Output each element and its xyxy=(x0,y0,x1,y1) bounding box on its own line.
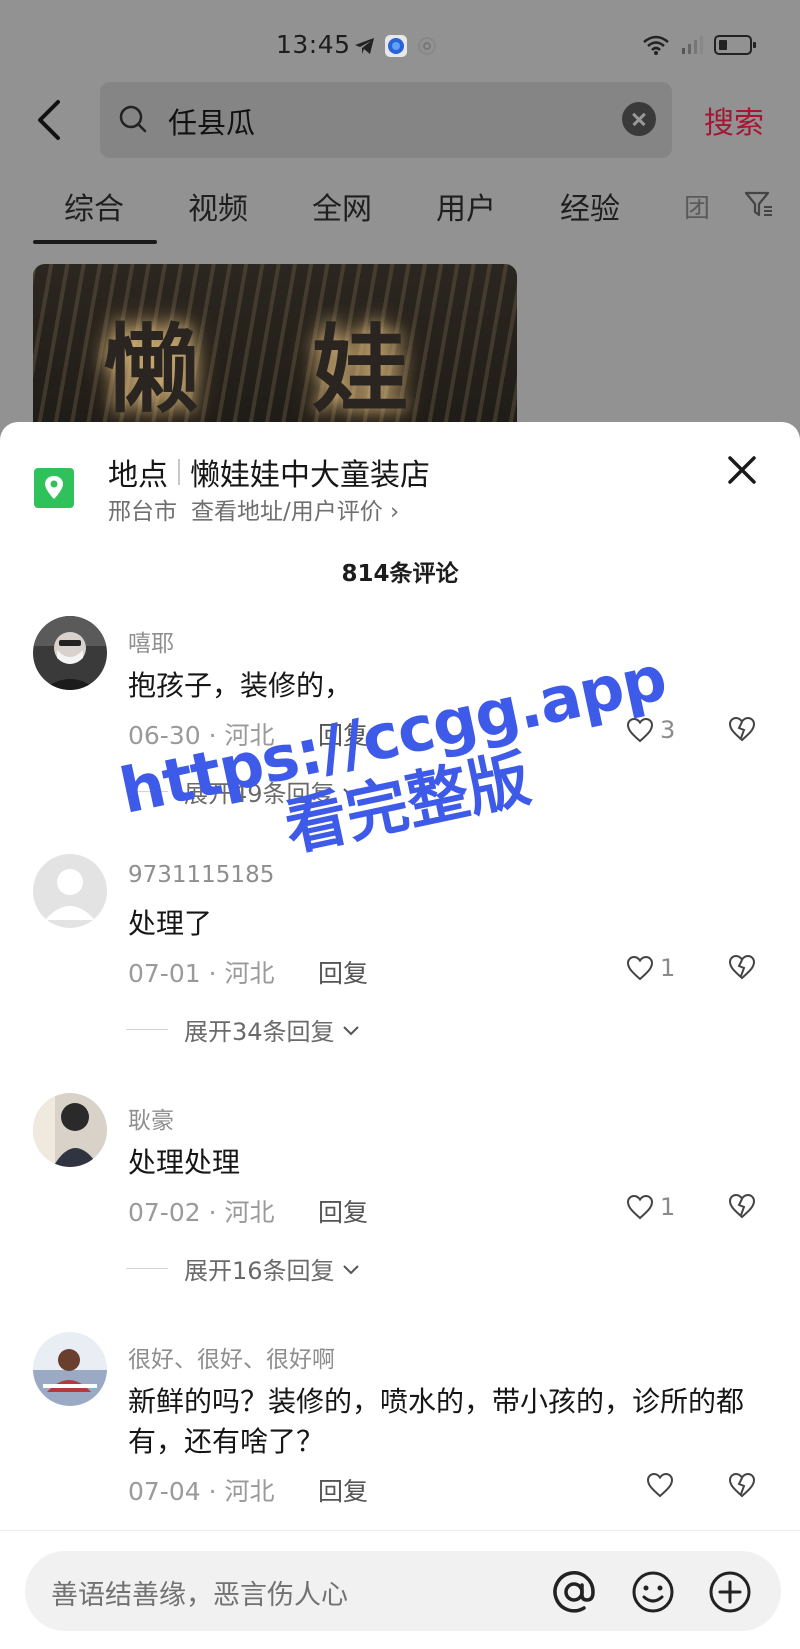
telegram-icon xyxy=(355,38,374,54)
comment-username[interactable]: 嘻耶 xyxy=(128,624,174,658)
comment-username[interactable]: 耿豪 xyxy=(128,1101,174,1135)
avatar[interactable] xyxy=(33,854,107,928)
expand-replies-label: 展开34条回复 xyxy=(184,1018,335,1046)
location-city: 邢台市 xyxy=(108,499,177,525)
tab-users[interactable]: 用户 xyxy=(436,184,496,228)
background-page: 13:45 任县瓜 搜索 综合 视频 全网 用户 经验 团 懒 娃 xyxy=(0,0,800,434)
comment-count: 814条评论 xyxy=(341,561,459,587)
location-name: 懒娃娃中大童装店 xyxy=(190,458,430,493)
comment-item: 嘻耶 抱孩子，装修的， 06-30 · 河北 回复 3 展开49条回复 xyxy=(0,616,800,816)
reply-button[interactable]: 回复 xyxy=(318,1193,368,1229)
reply-button[interactable]: 回复 xyxy=(318,1472,368,1508)
broken-heart-icon[interactable] xyxy=(728,954,756,980)
location-title[interactable]: 地点 懒娃娃中大童装店 xyxy=(108,450,430,494)
thumbnail-sign-text: 懒 娃 xyxy=(103,313,449,426)
location-prefix: 地点 xyxy=(108,458,168,493)
comment-date-location: 07-04 · 河北 xyxy=(128,1477,275,1506)
search-row: 任县瓜 搜索 xyxy=(0,82,800,158)
expand-replies-label: 展开49条回复 xyxy=(184,780,335,808)
browser-app-icon xyxy=(385,35,407,57)
search-icon xyxy=(119,105,147,133)
chevron-down-icon xyxy=(342,1264,359,1274)
comment-item: 很好、很好、很好啊 新鲜的吗？装修的，喷水的，带小孩的，诊所的都有，还有啥了？ … xyxy=(0,1332,800,1522)
like-count: 3 xyxy=(660,716,676,744)
comment-username[interactable]: 很好、很好、很好啊 xyxy=(128,1340,335,1374)
location-pin-icon xyxy=(34,468,74,508)
comment-username[interactable]: 9731115185 xyxy=(128,862,274,888)
comment-text: 处理处理 xyxy=(128,1146,241,1179)
comment-item: 9731115185 处理了 07-01 · 河北 回复 1 展开34条回复 xyxy=(0,854,800,1054)
like-button[interactable] xyxy=(646,1472,680,1498)
like-button[interactable]: 1 xyxy=(626,1193,675,1221)
reply-button[interactable]: 回复 xyxy=(318,954,368,990)
heart-icon xyxy=(626,1194,654,1220)
tab-group[interactable]: 团 xyxy=(684,188,710,225)
hotspot-icon xyxy=(418,37,436,55)
like-button[interactable]: 1 xyxy=(626,954,675,982)
like-count: 1 xyxy=(660,1193,676,1221)
expand-replies-label: 展开16条回复 xyxy=(184,1257,335,1285)
like-button[interactable]: 3 xyxy=(626,716,675,744)
status-time: 13:45 xyxy=(276,30,351,59)
back-arrow-icon[interactable] xyxy=(30,98,70,142)
result-thumbnail[interactable]: 懒 娃 xyxy=(33,264,517,434)
search-tabs: 综合 视频 全网 用户 经验 团 xyxy=(0,184,800,246)
comment-text: 抱孩子，装修的， xyxy=(128,669,353,702)
heart-icon xyxy=(626,955,654,981)
broken-heart-icon[interactable] xyxy=(728,1193,756,1219)
heart-icon xyxy=(646,1472,674,1498)
tab-experience[interactable]: 经验 xyxy=(560,184,620,228)
expand-replies-button[interactable]: 展开34条回复 xyxy=(126,1012,361,1047)
chevron-down-icon xyxy=(342,1025,359,1035)
heart-icon xyxy=(626,717,654,743)
comment-item: 耿豪 处理处理 07-02 · 河北 回复 1 展开16条回复 xyxy=(0,1093,800,1293)
tab-comprehensive[interactable]: 综合 xyxy=(64,184,124,228)
battery-icon xyxy=(714,35,756,55)
comment-input-bar: 善语结善缘，恶言伤人心 xyxy=(0,1530,800,1649)
search-input[interactable]: 任县瓜 xyxy=(100,82,672,158)
active-tab-indicator xyxy=(33,240,157,244)
broken-heart-icon[interactable] xyxy=(728,716,756,742)
comment-input-placeholder: 善语结善缘，恶言伤人心 xyxy=(51,1580,348,1611)
search-query: 任县瓜 xyxy=(168,106,256,140)
broken-heart-icon[interactable] xyxy=(728,1472,756,1498)
comment-date-location: 06-30 · 河北 xyxy=(128,721,275,750)
wifi-icon xyxy=(643,35,669,55)
location-subtitle[interactable]: 邢台市 查看地址/用户评价 › xyxy=(108,492,399,526)
search-button[interactable]: 搜索 xyxy=(704,98,764,142)
tab-web[interactable]: 全网 xyxy=(312,184,372,228)
status-bar: 13:45 xyxy=(0,28,800,64)
signal-icon xyxy=(682,36,703,54)
avatar[interactable] xyxy=(33,616,107,690)
clear-icon[interactable] xyxy=(622,102,656,136)
comment-text: 新鲜的吗？装修的，喷水的，带小孩的，诊所的都有，还有啥了？ xyxy=(128,1385,745,1458)
expand-replies-button[interactable]: 展开16条回复 xyxy=(126,1251,361,1286)
filter-icon[interactable] xyxy=(744,190,774,218)
close-icon[interactable] xyxy=(724,452,760,488)
location-separator xyxy=(178,459,180,485)
reply-button[interactable]: 回复 xyxy=(318,716,368,752)
avatar[interactable] xyxy=(33,1332,107,1406)
location-link[interactable]: 查看地址/用户评价 › xyxy=(191,492,399,526)
add-icon[interactable] xyxy=(707,1569,753,1615)
chevron-down-icon xyxy=(342,787,359,797)
avatar[interactable] xyxy=(33,1093,107,1167)
expand-replies-button[interactable]: 展开49条回复 xyxy=(126,774,361,809)
comment-date-location: 07-01 · 河北 xyxy=(128,959,275,988)
mention-icon[interactable] xyxy=(551,1569,597,1615)
comment-input[interactable]: 善语结善缘，恶言伤人心 xyxy=(25,1551,781,1631)
tab-video[interactable]: 视频 xyxy=(188,184,248,228)
comments-sheet: 地点 懒娃娃中大童装店 邢台市 查看地址/用户评价 › 814条评论 嘻耶 抱孩… xyxy=(0,422,800,1649)
comment-text: 处理了 xyxy=(128,907,213,940)
comment-date-location: 07-02 · 河北 xyxy=(128,1198,275,1227)
emoji-icon[interactable] xyxy=(630,1569,676,1615)
like-count: 1 xyxy=(660,954,676,982)
